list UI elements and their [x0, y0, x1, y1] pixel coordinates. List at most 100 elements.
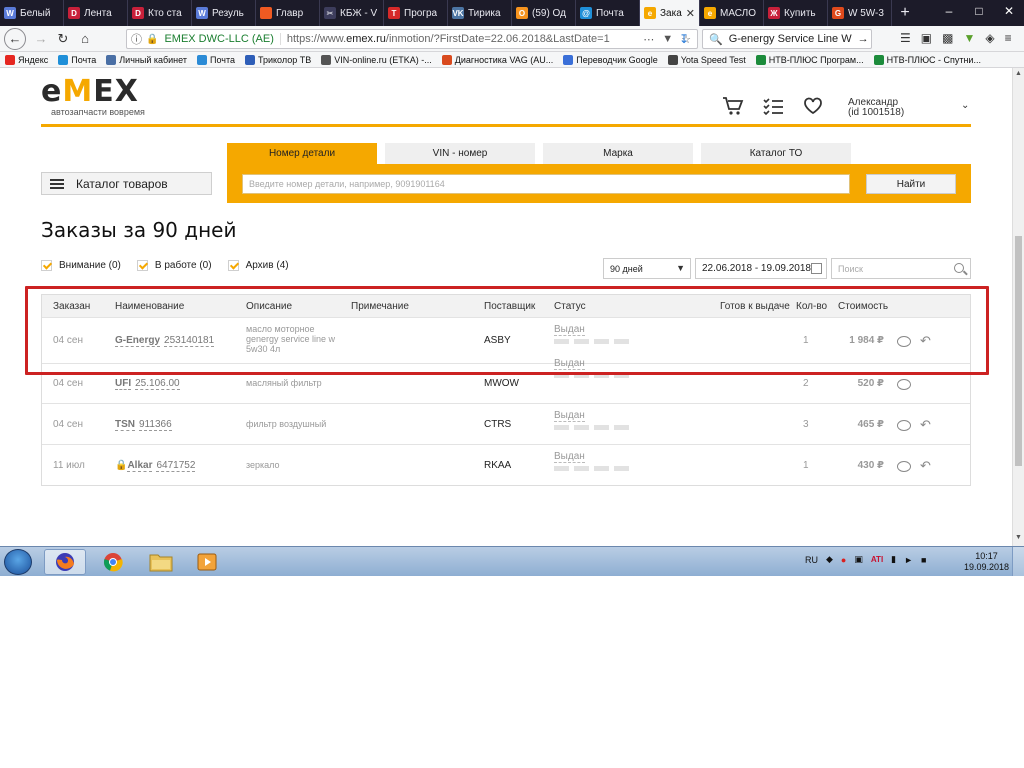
bookmark-item[interactable]: Триколор ТВ — [240, 54, 316, 65]
alert-icon[interactable]: ● — [841, 555, 846, 565]
reload-button[interactable]: ↻ — [52, 28, 74, 50]
bookmark-item[interactable]: Yota Speed Test — [663, 54, 751, 65]
volume-icon[interactable]: ► — [904, 555, 913, 565]
tab-part-number[interactable]: Номер детали — [227, 143, 377, 164]
download-icon[interactable]: ↧ — [679, 32, 689, 46]
scrollbar-thumb[interactable] — [1015, 236, 1022, 466]
checkbox-checked-icon[interactable] — [136, 260, 148, 271]
search-icon[interactable] — [954, 263, 964, 273]
maximize-window-button[interactable]: □ — [964, 0, 994, 22]
bookmark-item[interactable]: Почта — [192, 54, 240, 65]
network-signal-icon[interactable]: ▮ — [891, 554, 896, 565]
browser-tab[interactable]: @ Почта — [576, 0, 640, 26]
pocket-icon[interactable]: ▼ — [662, 33, 673, 46]
home-button[interactable]: ⌂ — [74, 28, 96, 50]
browser-tab[interactable]: D Лента — [64, 0, 128, 26]
table-row[interactable]: 11 июл 🔒Alkar 6471752 зеркало RKAA Выдан 1 430 … — [42, 444, 970, 485]
period-select[interactable]: 90 дней ▼ — [603, 258, 691, 279]
browser-tab[interactable]: VK Тирика — [448, 0, 512, 26]
browser-tab[interactable]: D Кто ста — [128, 0, 192, 26]
bookmark-item[interactable]: НТВ-ПЛЮС Програм... — [751, 54, 869, 65]
url-text[interactable]: https://www.emex.ru/inmotion/?FirstDate=… — [281, 33, 617, 45]
date-range-input[interactable]: 22.06.2018 - 19.09.2018 — [695, 258, 827, 279]
chat-icon[interactable] — [897, 461, 911, 472]
part-number-link[interactable]: 25.106.00 — [135, 378, 180, 390]
return-icon[interactable]: ↶ — [920, 459, 936, 472]
search-go-icon[interactable]: → — [858, 33, 871, 45]
taskbar-explorer[interactable] — [140, 549, 182, 575]
forward-button[interactable]: → — [30, 28, 52, 50]
browser-tab[interactable]: T Програ — [384, 0, 448, 26]
site-identity[interactable]: EMEX DWC-LLC (AE) — [158, 33, 281, 45]
bookmark-item[interactable]: Почта — [53, 54, 101, 65]
menu-icon[interactable]: ≡ — [1005, 31, 1012, 45]
bookmark-item[interactable]: Диагностика VAG (AU... — [437, 54, 559, 65]
return-icon[interactable]: ↶ — [920, 418, 936, 431]
browser-search-input[interactable]: 🔍 G-energy Service Line W → — [702, 29, 872, 49]
bookmark-item[interactable]: Переводчик Google — [558, 54, 662, 65]
bookmark-item[interactable]: НТВ-ПЛЮС - Спутни... — [869, 54, 986, 65]
part-number-link[interactable]: 911366 — [139, 419, 172, 431]
browser-tab[interactable]: Ж Купить — [764, 0, 828, 26]
browser-tab[interactable]: e Заказ ✕ — [640, 0, 700, 26]
taskbar-chrome[interactable] — [92, 549, 134, 575]
scroll-down-icon[interactable]: ▼ — [1015, 534, 1022, 541]
bookmark-item[interactable]: Яндекс — [0, 54, 53, 65]
order-status[interactable]: Выдан — [554, 451, 629, 471]
user-menu[interactable]: Александр (id 1001518) — [848, 98, 904, 118]
scroll-up-icon[interactable]: ▲ — [1015, 70, 1022, 77]
browser-tab[interactable]: W Резуль — [192, 0, 256, 26]
browser-tab[interactable]: Главр — [256, 0, 320, 26]
order-status[interactable]: Выдан — [554, 410, 629, 430]
tab-brand[interactable]: Марка — [543, 143, 693, 164]
language-indicator[interactable]: RU — [805, 555, 818, 565]
new-tab-button[interactable]: + — [892, 0, 918, 26]
close-window-button[interactable]: ✕ — [994, 0, 1024, 22]
tab-vin[interactable]: VIN - номер — [385, 143, 535, 164]
table-row[interactable]: 04 сен TSN 911366 фильтр воздушный CTRS Выдан… — [42, 403, 970, 444]
browser-tab[interactable]: G W 5W-3 — [828, 0, 892, 26]
page-scrollbar[interactable]: ▲ ▼ — [1012, 68, 1024, 546]
cart-button[interactable] — [722, 96, 744, 116]
tab-maintenance-catalog[interactable]: Каталог ТО — [701, 143, 851, 164]
library-icon[interactable]: ☰ — [900, 31, 911, 45]
catalog-button[interactable]: Каталог товаров — [41, 172, 212, 195]
checkbox-checked-icon[interactable] — [41, 260, 52, 271]
puzzle-icon[interactable]: ◈ — [985, 31, 994, 45]
bookmark-item[interactable]: Личный кабинет — [101, 54, 192, 65]
url-bar[interactable]: ⓘ 🔒 EMEX DWC-LLC (AE) https://www.emex.r… — [126, 29, 698, 49]
calendar-icon[interactable] — [811, 263, 822, 274]
info-icon[interactable]: ⓘ — [127, 31, 146, 47]
extension-icon[interactable]: ▩ — [942, 31, 953, 45]
emex-logo[interactable]: eMEX автозапчасти вовремя — [41, 77, 145, 118]
filter-attention[interactable]: Внимание (0) — [41, 260, 121, 271]
chevron-down-icon[interactable]: ⌄ — [961, 100, 969, 111]
brand-link[interactable]: UFI — [115, 378, 132, 390]
browser-tab[interactable]: e МАСЛО — [700, 0, 764, 26]
taskbar-firefox[interactable] — [44, 549, 86, 575]
page-actions-icon[interactable]: ⋯ — [643, 33, 654, 46]
browser-tab[interactable]: W Белый — [0, 0, 64, 26]
brand-link[interactable]: TSN — [115, 419, 135, 431]
brand-link[interactable]: Alkar — [127, 460, 153, 472]
system-clock[interactable]: 10:17 19.09.2018 — [964, 551, 1009, 573]
checkbox-checked-icon[interactable] — [227, 260, 239, 271]
browser-tab[interactable]: ✂ КБЖ - V — [320, 0, 384, 26]
back-button[interactable]: ← — [4, 27, 26, 50]
favorites-button[interactable] — [802, 96, 824, 116]
find-button[interactable]: Найти — [866, 174, 956, 194]
speaker-mute-icon[interactable]: ◆ — [826, 554, 833, 565]
bookmark-item[interactable]: VIN-online.ru (ETKA) -... — [316, 54, 437, 65]
close-tab-icon[interactable]: ✕ — [686, 7, 695, 20]
sidebar-icon[interactable]: ▣ — [921, 31, 932, 45]
chat-icon[interactable] — [897, 420, 911, 431]
download-helper-icon[interactable]: ▼ — [963, 31, 975, 45]
minimize-window-button[interactable]: – — [934, 0, 964, 22]
orders-search-input[interactable]: Поиск — [831, 258, 971, 279]
device-icon[interactable]: ▣ — [854, 554, 863, 565]
part-number-input[interactable]: Введите номер детали, например, 90919011… — [242, 174, 850, 194]
start-button[interactable] — [4, 549, 32, 575]
security-icon[interactable]: ■ — [921, 555, 926, 565]
ati-icon[interactable]: ATI — [871, 555, 883, 564]
chat-icon[interactable] — [897, 379, 911, 390]
